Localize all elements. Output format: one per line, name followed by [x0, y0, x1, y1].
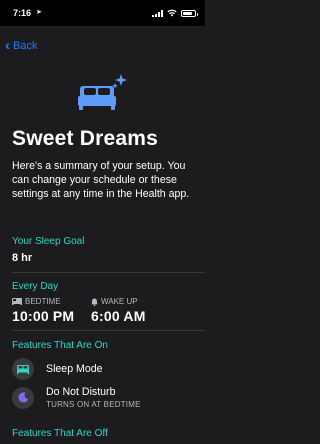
features-off-label: Features That Are Off [12, 428, 108, 439]
status-time: 7:16 [13, 8, 32, 18]
feature-name: Do Not Disturb [46, 386, 116, 398]
features-on-label: Features That Are On [12, 340, 108, 351]
bell-icon [91, 298, 98, 306]
feature-sleep-mode: Sleep Mode [12, 358, 103, 380]
status-bar: 7:16 ➤ [0, 0, 205, 26]
wakeup-value: 6:00 AM [91, 308, 146, 324]
back-label: Back [13, 40, 38, 52]
feature-do-not-disturb: Do Not Disturb TURNS ON AT BEDTIME [12, 386, 141, 409]
divider [12, 330, 205, 331]
moon-icon [12, 386, 34, 409]
cellular-signal-icon [152, 9, 163, 17]
bedtime-label: BEDTIME [25, 297, 61, 306]
battery-icon [181, 9, 198, 17]
bed-icon [12, 358, 34, 380]
summary-text: Here's a summary of your setup. You can … [12, 160, 190, 200]
bed-icon [12, 298, 22, 305]
feature-name: Sleep Mode [46, 363, 103, 375]
wifi-icon [167, 9, 177, 17]
sleep-goal-label: Your Sleep Goal [12, 236, 85, 247]
status-icons [152, 9, 198, 17]
divider [12, 272, 205, 273]
bed-sparkles-icon [78, 74, 127, 110]
schedule-label: Every Day [12, 281, 59, 292]
location-arrow-icon: ➤ [36, 9, 42, 16]
wakeup-block: WAKE UP 6:00 AM [91, 297, 146, 324]
back-button[interactable]: ‹ Back [5, 37, 38, 54]
feature-subtitle: TURNS ON AT BEDTIME [46, 400, 141, 409]
bedtime-value: 10:00 PM [12, 308, 75, 324]
wakeup-label: WAKE UP [101, 297, 138, 306]
chevron-left-icon: ‹ [5, 37, 10, 54]
page-title: Sweet Dreams [12, 127, 158, 150]
bedtime-block: BEDTIME 10:00 PM [12, 297, 74, 324]
sleep-goal-value: 8 hr [12, 252, 33, 264]
